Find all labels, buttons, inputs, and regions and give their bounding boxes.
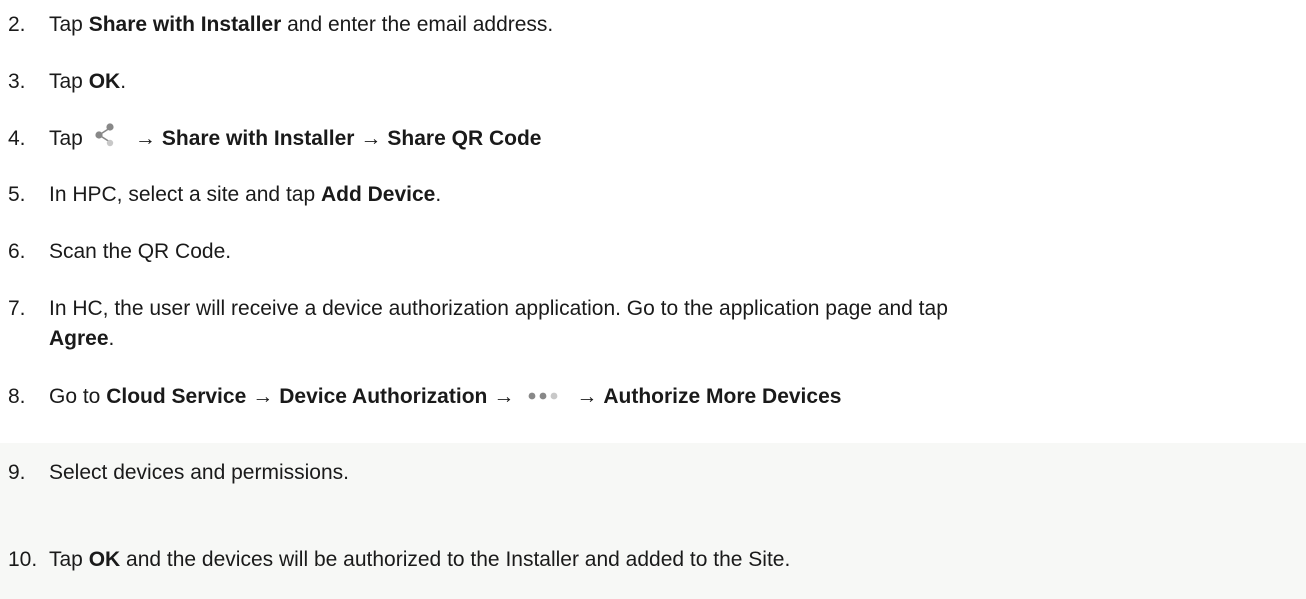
step-text: Tap Share with Installer and enter the e… bbox=[49, 13, 554, 36]
step-text: Tap → Share with Installer → Share QR Code bbox=[49, 122, 542, 154]
step-number: 3. bbox=[8, 70, 26, 93]
instruction-steps: 2. Tap Share with Installer and enter th… bbox=[0, 0, 1306, 599]
arrow: → bbox=[134, 127, 156, 150]
step-number: 6. bbox=[8, 240, 26, 263]
device-authorization-label: Device Authorization bbox=[279, 385, 488, 408]
ok-label: OK bbox=[88, 70, 121, 93]
step-text: Scan the QR Code. bbox=[49, 240, 232, 263]
more-dots-icon bbox=[526, 383, 562, 400]
step-text: Go to Cloud Service → Device Authorization… bbox=[49, 383, 842, 408]
arrow: → bbox=[493, 385, 515, 408]
step-number: 4. bbox=[8, 127, 26, 150]
step-text: Select devices and permissions. bbox=[49, 461, 349, 484]
ok-label: OK bbox=[88, 548, 121, 571]
share-with-installer-label: Share with Installer bbox=[88, 13, 282, 36]
share-with-installer-label: Share with Installer bbox=[161, 127, 355, 150]
arrow: → bbox=[576, 385, 598, 408]
add-device-label: Add Device bbox=[320, 183, 436, 206]
arrow: → bbox=[360, 127, 382, 150]
step-text: Tap OK and the devices will be authorize… bbox=[49, 548, 791, 571]
step-number: 2. bbox=[8, 13, 26, 36]
arrow: → bbox=[252, 385, 274, 408]
authorize-more-devices-label: Authorize More Devices bbox=[603, 385, 842, 408]
share-icon bbox=[93, 122, 121, 148]
step-number: 5. bbox=[8, 183, 26, 206]
step-number: 8. bbox=[8, 385, 26, 408]
step-number: 9. bbox=[8, 461, 26, 484]
step-number: 10. bbox=[8, 548, 38, 571]
agree-label: Agree bbox=[49, 327, 109, 350]
step-text: In HC, the user will receive a device au… bbox=[49, 297, 948, 350]
step-text: In HPC, select a site and tap Add Device… bbox=[49, 183, 442, 206]
step-number: 7. bbox=[8, 297, 26, 320]
share-qr-code-label: Share QR Code bbox=[387, 127, 542, 150]
cloud-service-label: Cloud Service bbox=[106, 385, 247, 408]
step-text: Tap OK. bbox=[49, 70, 127, 93]
